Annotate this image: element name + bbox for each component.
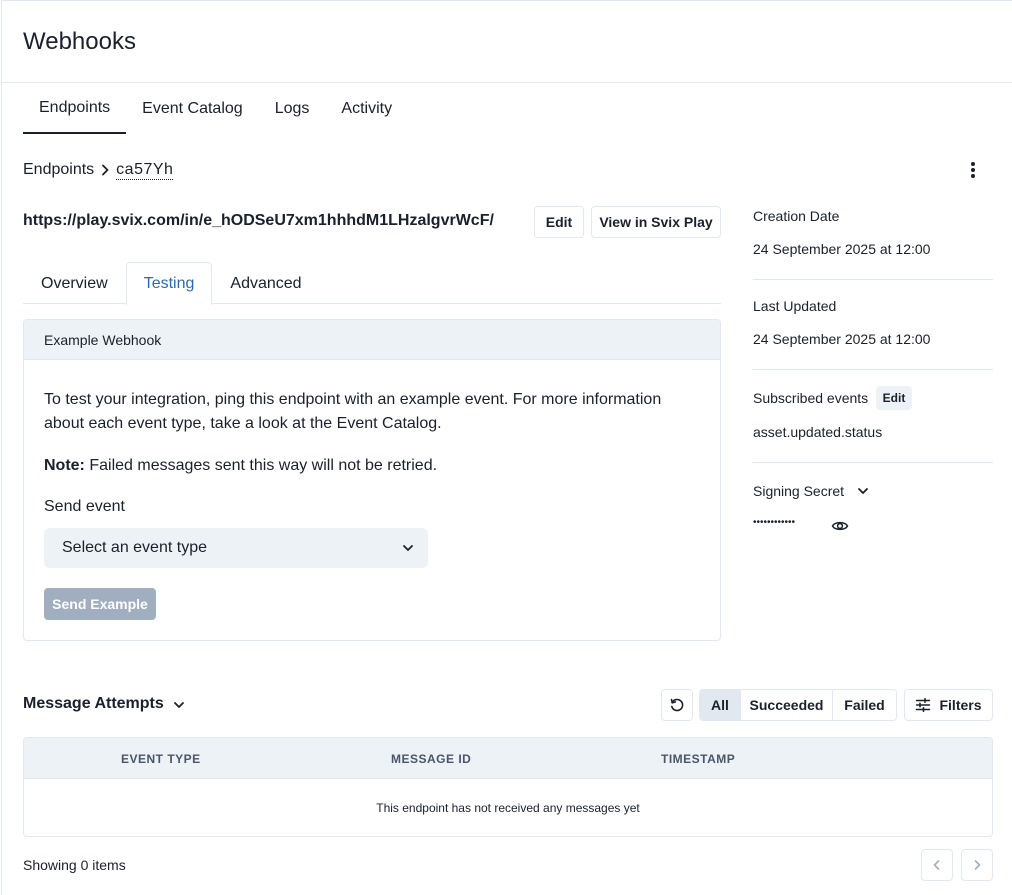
table-header: EVENT TYPE MESSAGE ID TIMESTAMP — [24, 738, 992, 779]
signing-secret-value: •••••••••••• — [753, 517, 796, 528]
filters-label: Filters — [939, 697, 982, 713]
tab-overview[interactable]: Overview — [23, 262, 126, 304]
chevron-down-icon[interactable] — [171, 697, 187, 713]
creation-date-value: 24 September 2025 at 12:00 — [753, 241, 931, 257]
subscribed-events-value: asset.updated.status — [753, 424, 883, 440]
send-example-button[interactable]: Send Example — [44, 588, 156, 620]
filters-button[interactable]: Filters — [904, 689, 993, 721]
filter-all[interactable]: All — [700, 690, 741, 720]
chevron-right-icon — [94, 159, 116, 181]
subscribed-events-label: Subscribed events — [753, 390, 869, 406]
more-options-icon[interactable] — [960, 157, 986, 183]
empty-state: This endpoint has not received any messa… — [376, 801, 640, 815]
divider — [753, 462, 993, 463]
filter-succeeded[interactable]: Succeeded — [741, 690, 833, 720]
endpoint-tabs: Overview Testing Advanced — [23, 262, 721, 305]
page-header: Webhooks — [2, 1, 1012, 83]
chevron-right-icon — [974, 860, 981, 870]
last-updated-value: 24 September 2025 at 12:00 — [753, 331, 931, 347]
creation-date-label: Creation Date — [753, 208, 840, 224]
column-event-type: EVENT TYPE — [121, 752, 201, 766]
divider — [753, 279, 993, 280]
breadcrumb: Endpoints ca57Yh — [23, 159, 174, 181]
example-webhook-card: Example Webhook To test your integration… — [23, 319, 721, 641]
edit-endpoint-button[interactable]: Edit — [534, 206, 584, 238]
main-tabs: Endpoints Event Catalog Logs Activity — [23, 83, 993, 134]
next-page-button[interactable] — [961, 849, 993, 881]
eye-icon[interactable] — [831, 517, 849, 535]
column-timestamp: TIMESTAMP — [661, 752, 736, 766]
tab-endpoints[interactable]: Endpoints — [23, 83, 127, 134]
tab-activity[interactable]: Activity — [325, 83, 408, 134]
view-in-svix-play-button[interactable]: View in Svix Play — [591, 206, 721, 238]
item-count: Showing 0 items — [23, 857, 126, 873]
event-type-select-value: Select an event type — [62, 539, 207, 556]
message-attempts-table: EVENT TYPE MESSAGE ID TIMESTAMP This end… — [23, 737, 993, 837]
event-type-select[interactable]: Select an event type — [44, 528, 428, 568]
divider — [753, 369, 993, 370]
send-event-label: Send event — [44, 498, 125, 515]
tab-event-catalog[interactable]: Event Catalog — [126, 83, 259, 134]
breadcrumb-endpoints-link[interactable]: Endpoints — [23, 161, 94, 179]
column-message-id: MESSAGE ID — [391, 752, 472, 766]
refresh-button[interactable] — [661, 689, 693, 721]
breadcrumb-current: ca57Yh — [116, 161, 174, 180]
tab-advanced[interactable]: Advanced — [212, 262, 319, 304]
sliders-icon — [916, 698, 931, 712]
chevron-left-icon — [933, 860, 940, 870]
previous-page-button[interactable] — [921, 849, 953, 881]
note-text: Failed messages sent this way will not b… — [84, 457, 438, 474]
endpoint-url: https://play.svix.com/in/e_hODSeU7xm1hhh… — [23, 212, 494, 229]
signing-secret-toggle[interactable]: Signing Secret — [753, 483, 844, 499]
note-label: Note: — [44, 457, 85, 474]
chevron-down-icon[interactable] — [855, 483, 871, 499]
message-attempts-title: Message Attempts — [23, 695, 164, 712]
status-filter-group: All Succeeded Failed — [699, 689, 897, 721]
filter-failed[interactable]: Failed — [833, 690, 896, 720]
card-title: Example Webhook — [24, 320, 720, 360]
app-frame: Webhooks Endpoints Event Catalog Logs Ac… — [1, 0, 1012, 895]
page-title: Webhooks — [23, 28, 136, 55]
testing-note: Note: Failed messages sent this way will… — [44, 457, 437, 475]
tab-testing[interactable]: Testing — [125, 262, 213, 305]
testing-description: To test your integration, ping this endp… — [44, 391, 662, 432]
edit-subscribed-events-button[interactable]: Edit — [876, 386, 912, 410]
chevron-down-icon — [403, 545, 413, 551]
tab-logs[interactable]: Logs — [259, 83, 326, 134]
refresh-icon — [670, 698, 684, 712]
last-updated-label: Last Updated — [753, 298, 837, 314]
